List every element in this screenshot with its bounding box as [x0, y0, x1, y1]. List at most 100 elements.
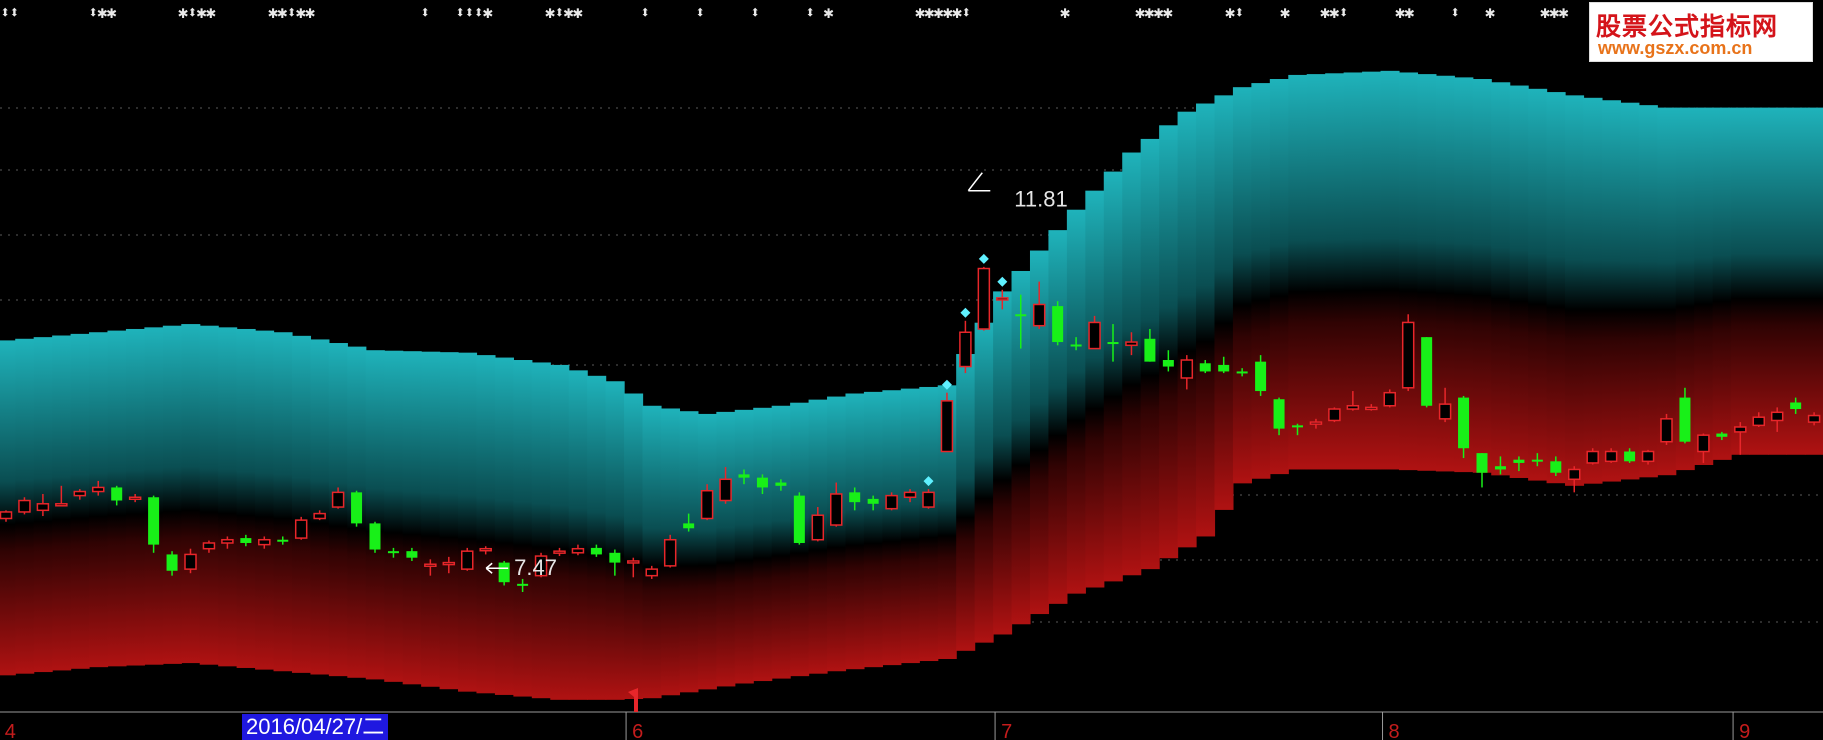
signal-1: ⬍⬍ — [0, 3, 20, 23]
band-strip-66 — [1196, 103, 1216, 537]
band-strip-13 — [218, 327, 238, 667]
signal-19: ⬍ — [1450, 3, 1460, 23]
band-strip-16 — [273, 332, 293, 672]
candle-28 — [498, 560, 510, 586]
band-strip-24 — [421, 351, 441, 687]
signal-5: ⬍ — [420, 3, 430, 23]
band-strip-84 — [1528, 88, 1548, 481]
band-strip-33 — [587, 375, 607, 700]
band-strip-47 — [845, 393, 865, 670]
band-strip-22 — [384, 350, 404, 682]
signal-6: ⬍⬍⬍✱ — [455, 3, 493, 23]
band-strip-81 — [1472, 79, 1492, 473]
candle-44 — [793, 492, 805, 545]
band-strip-96 — [1749, 107, 1769, 455]
candle-58 — [1052, 301, 1064, 346]
signal-20: ✱ — [1485, 3, 1495, 23]
band-strip-41 — [734, 409, 754, 684]
band-strip-51 — [919, 386, 939, 662]
band-strip-76 — [1380, 70, 1400, 470]
band-strip-43 — [771, 405, 791, 679]
band-strip-26 — [458, 352, 478, 692]
signal-11: ⬍ ✱ — [805, 3, 834, 23]
candle-53 — [959, 320, 972, 374]
band-strip-89 — [1620, 102, 1640, 480]
cursor-marker — [628, 688, 638, 712]
band-strip-39 — [697, 413, 717, 690]
band-strip-54 — [974, 322, 994, 643]
band-strip-93 — [1694, 107, 1714, 465]
band-strip-49 — [882, 390, 902, 666]
band-strip-55 — [993, 291, 1013, 635]
signal-row: ⬍⬍ ⬍✱✱ ✱⬍✱✱ ✱✱⬍✱✱ ⬍ ⬍⬍⬍✱ ✱⬍✱✱ ⬍ ⬍ ⬍ ⬍ ✱ ✱✱✱✱✱⬍ ✱ ✱✱✱✱… — [0, 0, 1823, 32]
signal-10: ⬍ — [750, 3, 760, 23]
month-label-9: 9 — [1739, 721, 1750, 740]
candle-20 — [351, 490, 363, 527]
low-price-label: 7.47 — [514, 555, 557, 580]
band-strip-18 — [310, 339, 330, 675]
candle-77 — [1401, 314, 1415, 392]
band-strip-59 — [1066, 209, 1086, 594]
signal-15: ✱⬍ — [1225, 3, 1245, 23]
band-strip-36 — [642, 405, 662, 699]
month-label-7: 7 — [1001, 721, 1012, 740]
candle-73 — [1328, 407, 1341, 423]
signal-diamond-53 — [960, 307, 971, 318]
band-strip-29 — [513, 360, 533, 697]
band-strip-14 — [236, 328, 256, 668]
band-strip-97 — [1767, 107, 1788, 455]
month-label-6: 6 — [632, 721, 643, 740]
candle-17 — [294, 516, 308, 540]
candle-21 — [369, 521, 381, 553]
chart-area[interactable]: 4 6 7 8 9 11.81 7.47 — [0, 0, 1823, 740]
band-strip-86 — [1565, 95, 1585, 486]
band-strip-88 — [1601, 100, 1621, 482]
band-strip-31 — [550, 364, 570, 700]
band-strip-85 — [1546, 92, 1566, 484]
band-strip-60 — [1085, 190, 1105, 588]
band-strip-67 — [1214, 95, 1234, 510]
candle-49 — [885, 492, 898, 511]
candle-81 — [1476, 453, 1488, 488]
band-strip-82 — [1491, 82, 1511, 476]
band-strip-35 — [624, 393, 644, 700]
signal-4: ✱✱⬍✱✱ — [268, 3, 315, 23]
candle-54 — [977, 266, 991, 331]
band-strip-50 — [900, 388, 920, 664]
band-strip-69 — [1251, 83, 1271, 479]
band-strip-78 — [1417, 74, 1437, 471]
band-strip-42 — [753, 407, 773, 682]
signal-3: ✱⬍✱✱ — [178, 3, 216, 23]
band-strip-15 — [255, 330, 275, 670]
band-strip-94 — [1712, 107, 1732, 460]
band-strip-10 — [162, 325, 182, 664]
band-strip-5 — [70, 333, 90, 669]
candle-78 — [1421, 337, 1433, 408]
band-strip-12 — [199, 325, 219, 665]
band-strip-25 — [439, 352, 459, 690]
band-strip-48 — [863, 391, 883, 668]
candle-2 — [18, 497, 31, 515]
signal-diamond-55 — [997, 276, 1008, 287]
band-strip-72 — [1306, 74, 1326, 470]
band-strip-28 — [494, 357, 514, 695]
signal-9: ⬍ — [695, 3, 705, 23]
candlestick-chart[interactable]: 4 6 7 8 9 11.81 7.47 — [0, 0, 1823, 740]
band-strip-19 — [328, 343, 348, 677]
band-strip-17 — [291, 335, 312, 673]
candle-76 — [1383, 389, 1396, 408]
band-strip-32 — [568, 370, 588, 700]
band-strip-68 — [1232, 87, 1252, 484]
band-strip-90 — [1638, 105, 1658, 478]
high-price-label: 11.81 — [1014, 187, 1067, 212]
band-strip-38 — [679, 411, 699, 693]
band-strip-53 — [956, 354, 976, 651]
band-strip-64 — [1159, 125, 1179, 559]
band-strip-21 — [365, 350, 385, 680]
signal-14: ✱✱✱✱ — [1135, 3, 1173, 23]
signal-diamond-54 — [978, 253, 989, 264]
band-strip-61 — [1103, 171, 1123, 582]
band-strip-30 — [531, 362, 551, 699]
signal-21: ✱✱✱ — [1540, 3, 1569, 23]
signal-16: ✱ — [1280, 3, 1290, 23]
